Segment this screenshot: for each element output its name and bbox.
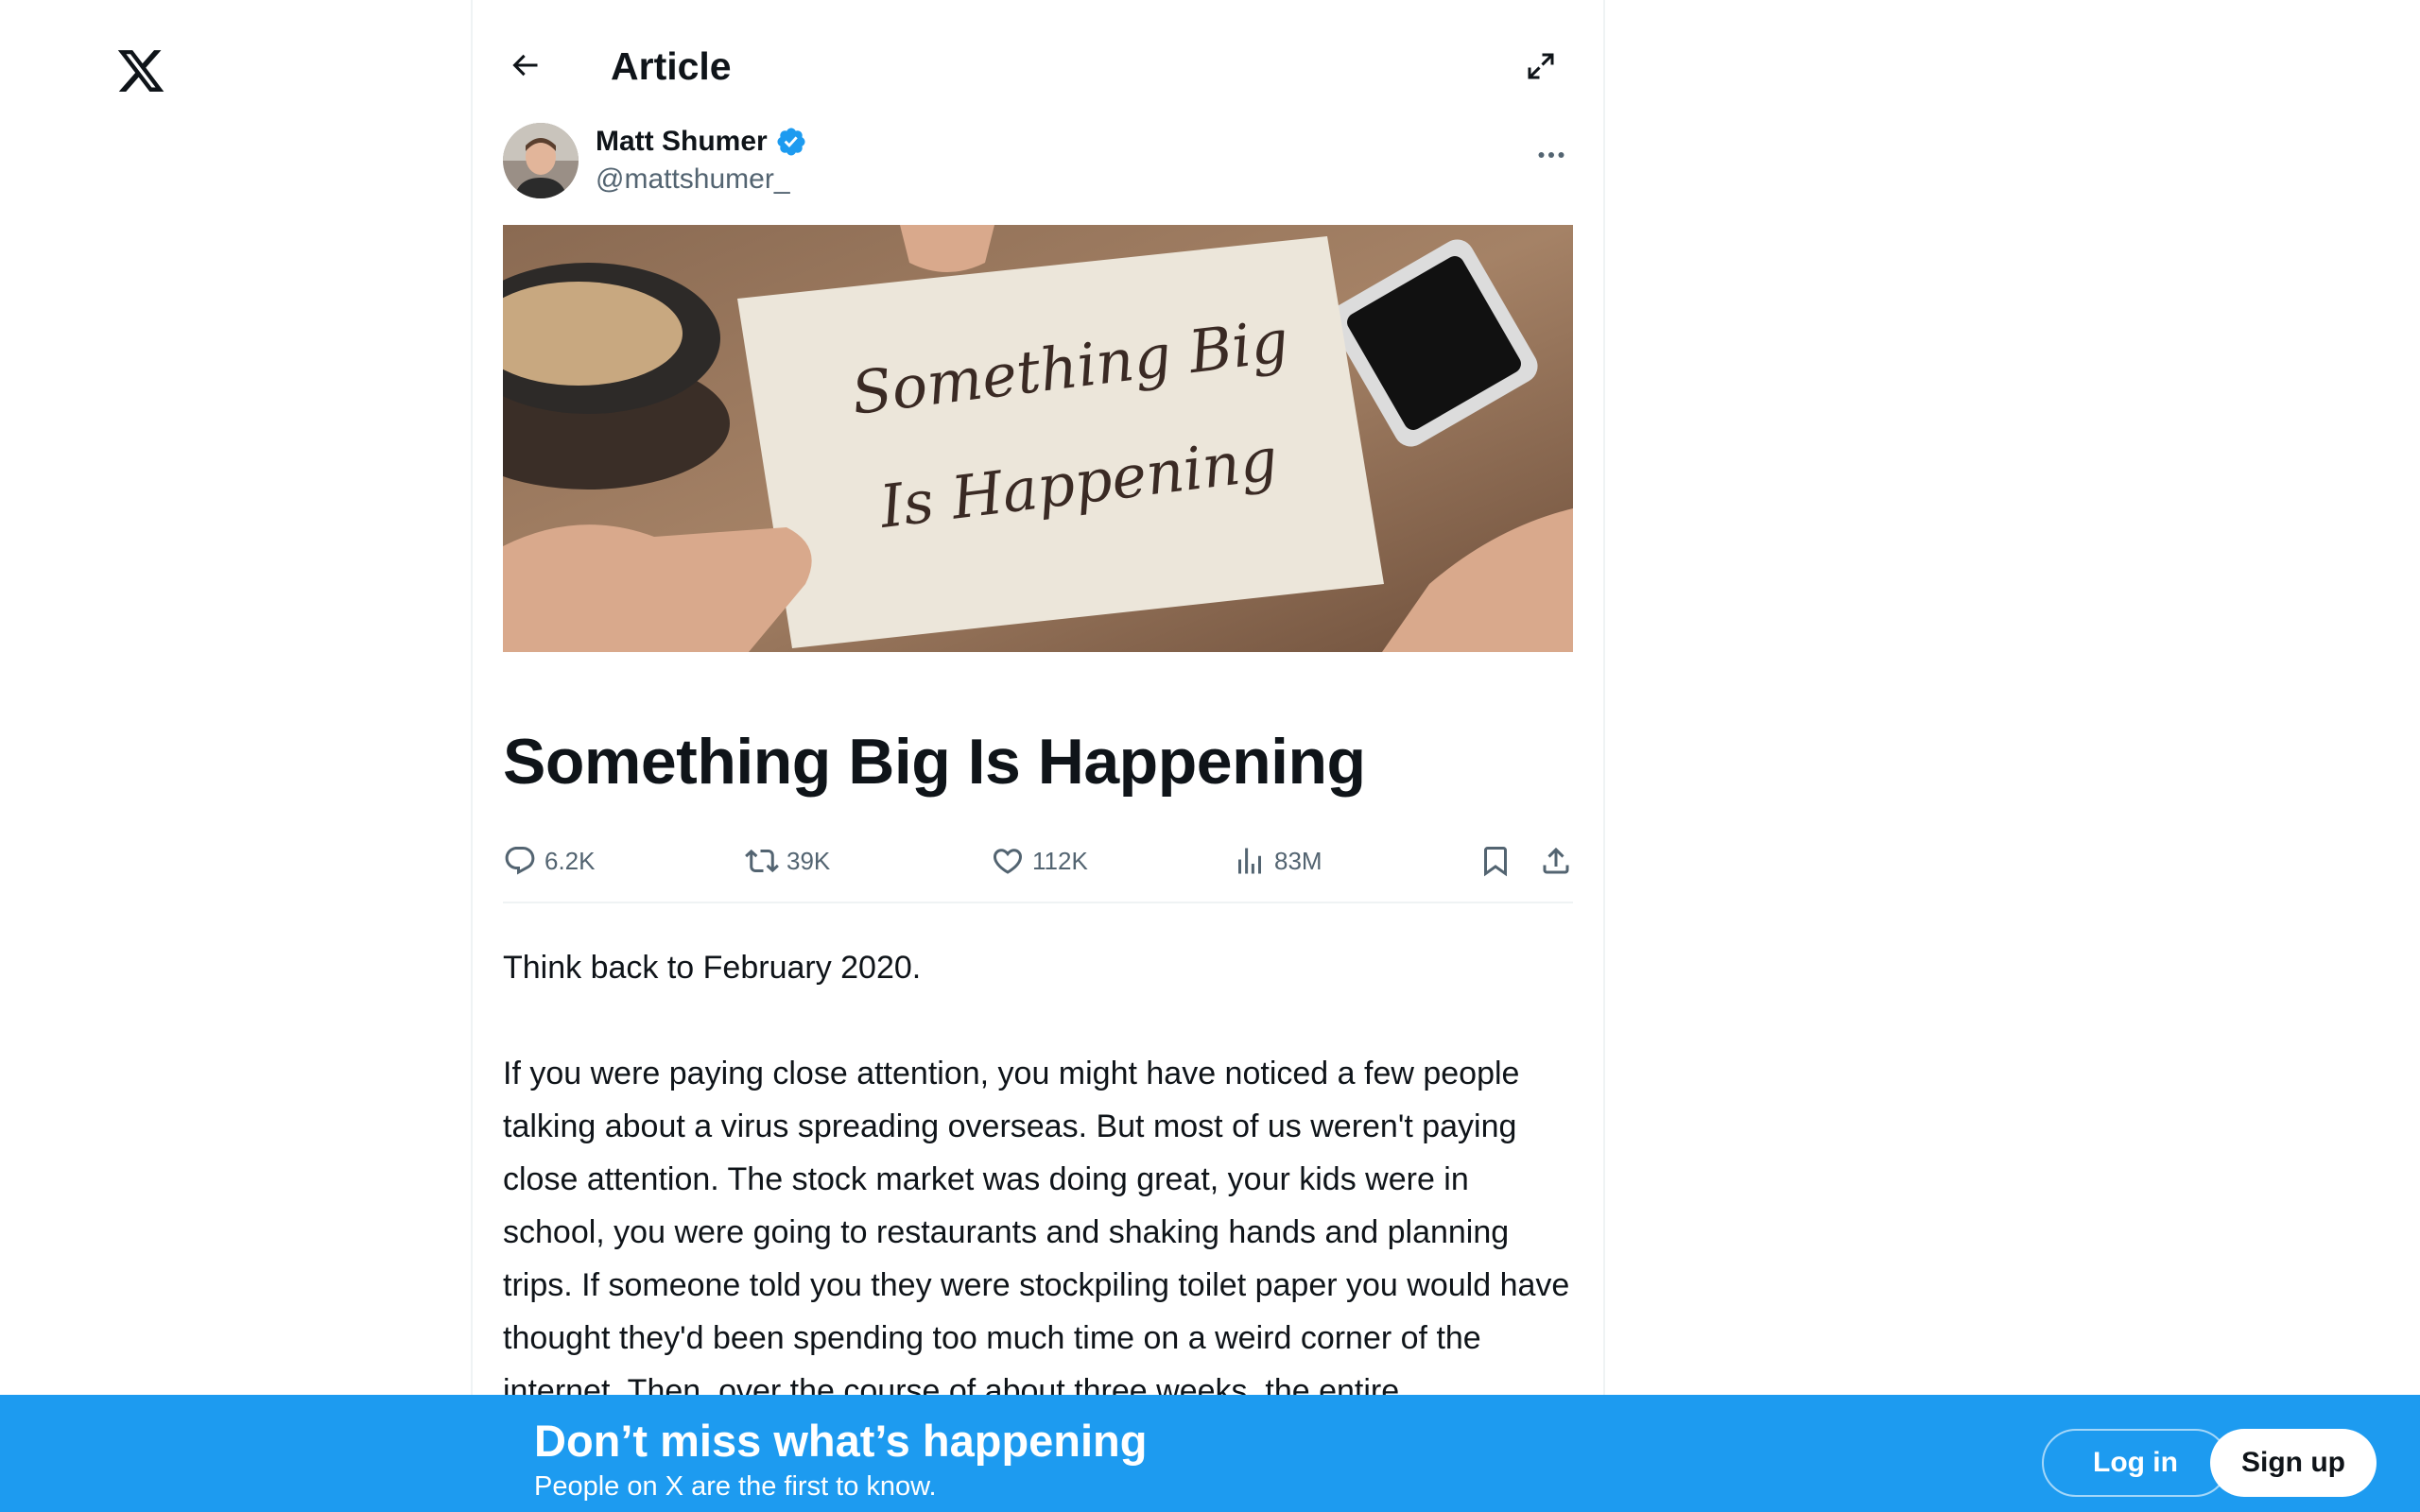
- login-button[interactable]: Log in: [2042, 1429, 2229, 1497]
- page: Article Matt Shumer @mattshumer_ Somethi…: [0, 0, 2420, 1512]
- article-header: Article: [473, 0, 1603, 123]
- reply-icon: [505, 847, 535, 875]
- retweet-count: 39K: [786, 846, 831, 875]
- views-button[interactable]: 83M: [1233, 835, 1322, 886]
- author-row: Matt Shumer @mattshumer_: [503, 123, 1575, 200]
- bookmark-icon: [1484, 847, 1507, 877]
- main-column: Article Matt Shumer @mattshumer_ Somethi…: [471, 0, 1605, 1512]
- reply-button[interactable]: 6.2K: [503, 835, 596, 886]
- bookmark-button[interactable]: [1478, 835, 1512, 886]
- expand-icon: [1528, 53, 1554, 79]
- article-paragraph: If you were paying close attention, you …: [503, 1056, 1570, 1409]
- signup-button[interactable]: Sign up: [2210, 1429, 2377, 1497]
- author-name[interactable]: Matt Shumer: [596, 125, 807, 159]
- avatar[interactable]: [503, 123, 579, 198]
- like-icon: [993, 849, 1023, 874]
- article-body: Think back to February 2020. If you were…: [503, 941, 1573, 1470]
- back-arrow-icon: [512, 54, 538, 77]
- share-button[interactable]: [1539, 835, 1573, 886]
- like-count: 112K: [1032, 846, 1088, 875]
- more-button[interactable]: [1528, 136, 1575, 174]
- more-icon: [1538, 152, 1564, 158]
- views-count: 83M: [1274, 846, 1322, 875]
- article-cover-image[interactable]: Something Big Is Happening: [503, 225, 1573, 652]
- banner-subtitle: People on X are the first to know.: [534, 1471, 937, 1502]
- author-handle[interactable]: @mattshumer_: [596, 163, 790, 197]
- signup-banner: Don’t miss what’s happening People on X …: [0, 1395, 2420, 1512]
- views-icon: [1238, 848, 1261, 874]
- reply-count: 6.2K: [544, 846, 596, 875]
- retweet-button[interactable]: 39K: [745, 835, 830, 886]
- expand-button[interactable]: [1518, 43, 1564, 89]
- author-name-text: Matt Shumer: [596, 126, 768, 157]
- verified-badge-icon: [777, 128, 805, 156]
- retweet-icon: [745, 849, 779, 873]
- banner-title: Don’t miss what’s happening: [534, 1416, 1148, 1466]
- share-icon: [1543, 847, 1569, 874]
- article-paragraph: Think back to February 2020.: [503, 950, 922, 986]
- page-title: Article: [611, 44, 732, 88]
- back-button[interactable]: [501, 42, 548, 89]
- x-logo-icon[interactable]: [115, 45, 166, 96]
- like-button[interactable]: 112K: [991, 835, 1088, 886]
- engagement-bar: 6.2K 39K 112K 83M: [503, 835, 1573, 903]
- article-title: Something Big Is Happening: [503, 726, 1366, 798]
